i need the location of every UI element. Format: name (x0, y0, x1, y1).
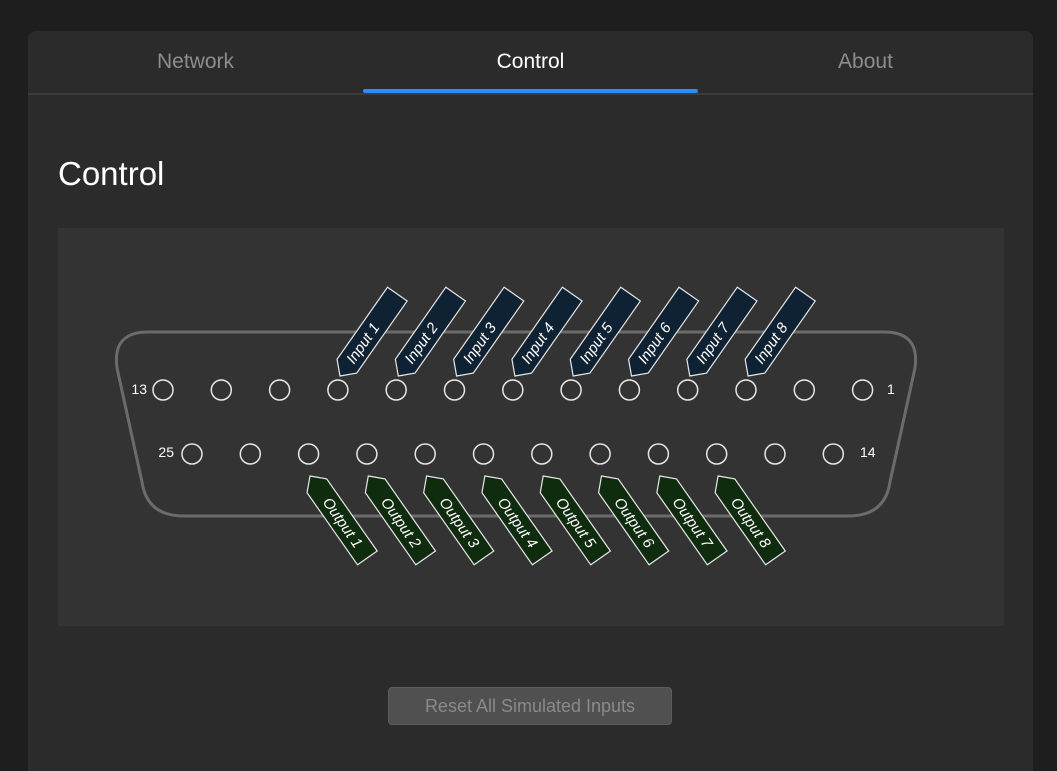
pin-7 (502, 379, 524, 401)
pin-24 (239, 443, 262, 465)
pin-23 (297, 443, 320, 465)
page-title: Control (58, 155, 165, 192)
pin-14 (822, 443, 845, 465)
pin-12 (210, 379, 233, 401)
pin-5 (618, 379, 641, 401)
pin-label-13: 13 (131, 381, 147, 397)
tab-bar: Network Control About (28, 31, 1033, 95)
tab-control[interactable]: Control (363, 31, 698, 93)
pin-6 (560, 379, 582, 401)
pin-1 (851, 379, 874, 401)
pin-17 (647, 443, 670, 465)
pin-11 (268, 379, 291, 401)
pin-21 (414, 443, 436, 465)
pin-8 (443, 379, 466, 401)
input-tag-1[interactable]: Input 1 (330, 286, 409, 383)
pin-10 (327, 379, 349, 401)
pin-15 (764, 443, 786, 465)
pin-18 (589, 443, 611, 465)
pin-label-1: 1 (887, 381, 895, 397)
pin-4 (676, 379, 699, 401)
db25-connector-panel: 13 1 25 14 Input 1 Input 2 Input 3 Input 4I… (58, 228, 1004, 626)
reset-all-simulated-inputs-button[interactable]: Reset All Simulated Inputs (388, 687, 672, 725)
pin-25 (181, 443, 203, 465)
pin-22 (356, 443, 378, 465)
active-tab-indicator (363, 89, 698, 93)
pin-label-25: 25 (158, 444, 174, 460)
db25-connector-diagram: 13 1 25 14 Input 1 Input 2 Input 3 Input 4I… (114, 286, 918, 566)
pin-19 (531, 443, 553, 465)
pin-20 (472, 443, 495, 465)
pin-2 (793, 379, 816, 401)
pin-16 (705, 443, 728, 465)
tab-network[interactable]: Network (28, 31, 363, 93)
pin-13 (152, 379, 174, 401)
main-window: Network Control About Control 13 1 25 14… (28, 31, 1033, 771)
pin-3 (735, 379, 757, 401)
pin-9 (385, 379, 407, 401)
pin-label-14: 14 (860, 444, 876, 460)
tab-about[interactable]: About (698, 31, 1033, 93)
